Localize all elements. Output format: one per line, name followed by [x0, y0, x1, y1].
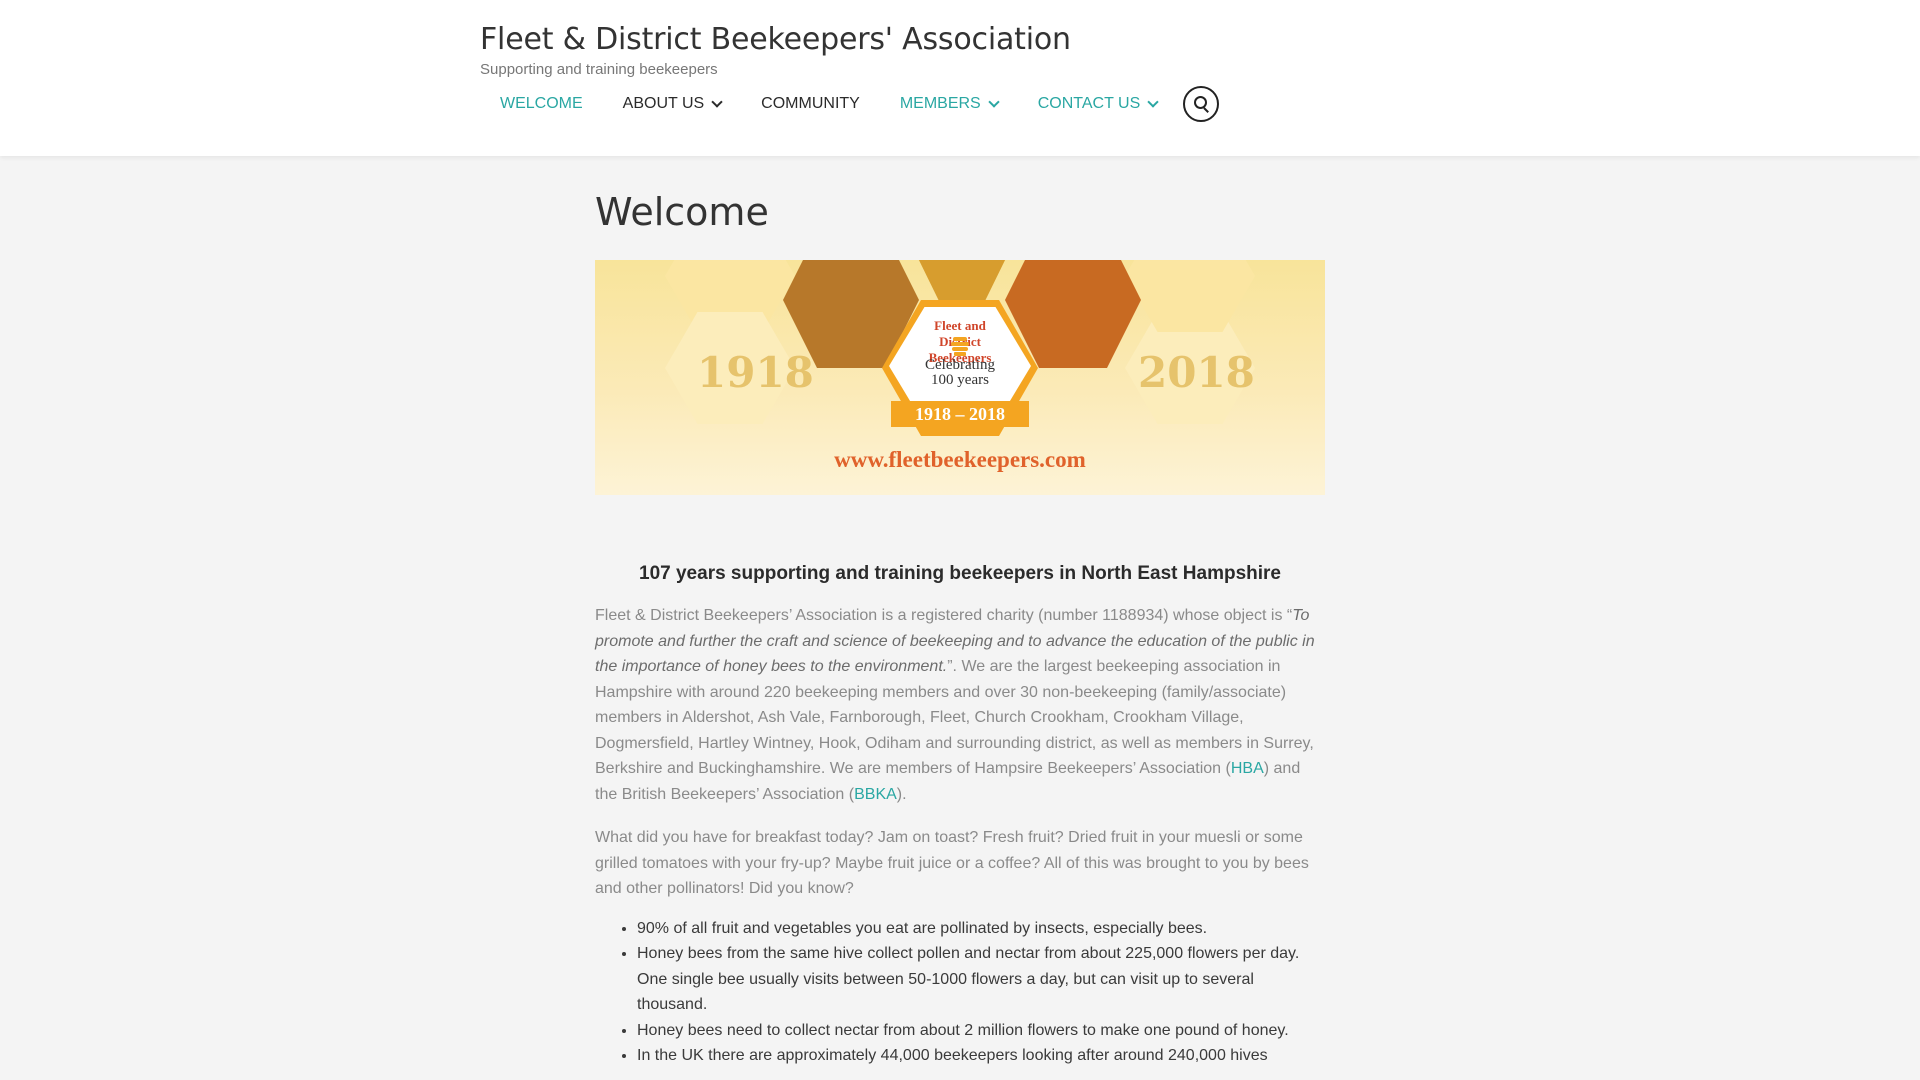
- nav-members[interactable]: MEMBERS: [880, 84, 1018, 124]
- main-content: Welcome 1918 2018 Fleet and District Bee…: [595, 190, 1325, 1069]
- nav-community[interactable]: COMMUNITY: [741, 84, 880, 124]
- nav-contact-us[interactable]: CONTACT US: [1018, 84, 1178, 124]
- centenary-banner: 1918 2018 Fleet and District Beekeepers …: [595, 260, 1325, 495]
- nav-community-label: COMMUNITY: [761, 95, 860, 112]
- beehive-icon: [951, 337, 969, 356]
- site-title[interactable]: Fleet & District Beekeepers' Association: [480, 22, 1071, 57]
- nav-contact-us-label: CONTACT US: [1037, 95, 1141, 112]
- breakfast-paragraph: What did you have for breakfast today? J…: [595, 829, 1309, 897]
- chevron-down-icon: [1147, 96, 1159, 108]
- list-item: Honey bees need to collect nectar from a…: [637, 1018, 1325, 1044]
- badge-line-1: Celebrating: [925, 357, 995, 373]
- badge-years: 1918 – 2018: [891, 401, 1029, 427]
- intro-text-middle: ”. We are the largest beekeeping associa…: [595, 658, 1314, 777]
- hba-link[interactable]: HBA: [1231, 760, 1264, 777]
- badge-text: Celebrating 100 years: [889, 358, 1031, 388]
- chevron-down-icon: [988, 96, 1000, 108]
- nav-about-us-label: ABOUT US: [622, 95, 705, 112]
- bbka-link[interactable]: BBKA: [854, 786, 897, 803]
- site-tagline: Supporting and training beekeepers: [480, 61, 718, 78]
- list-item: Honey bees from the same hive collect po…: [637, 941, 1325, 1018]
- banner-url: www.fleetbeekeepers.com: [834, 447, 1086, 472]
- intro-paragraph: Fleet & District Beekeepers’ Association…: [595, 603, 1325, 807]
- list-item: In the UK there are approximately 44,000…: [637, 1043, 1325, 1069]
- year-left: 1918: [697, 348, 814, 397]
- site-header: Fleet & District Beekeepers' Association…: [0, 0, 1920, 156]
- list-item: 90% of all fruit and vegetables you eat …: [637, 916, 1325, 942]
- intro-text-start: Fleet & District Beekeepers’ Association…: [595, 607, 1293, 624]
- nav-members-label: MEMBERS: [899, 95, 981, 112]
- badge-line-2: 100 years: [931, 372, 989, 388]
- nav-welcome[interactable]: WELCOME: [480, 84, 603, 124]
- nav-about-us[interactable]: ABOUT US: [603, 84, 742, 124]
- facts-list: 90% of all fruit and vegetables you eat …: [595, 916, 1325, 1069]
- nav-welcome-label: WELCOME: [500, 95, 583, 112]
- chevron-down-icon: [711, 96, 723, 108]
- search-icon-handle: [1203, 107, 1210, 113]
- year-right: 2018: [1138, 348, 1255, 397]
- hexagon-decoration: [1125, 260, 1255, 332]
- intro-text-end: ).: [896, 785, 907, 803]
- section-subheading: 107 years supporting and training beekee…: [639, 563, 1281, 584]
- search-button[interactable]: [1183, 86, 1220, 122]
- page-title: Welcome: [595, 190, 769, 234]
- bee-photo: [915, 260, 1009, 300]
- main-nav: WELCOME ABOUT US COMMUNITY MEMBERS CONTA…: [480, 84, 1220, 124]
